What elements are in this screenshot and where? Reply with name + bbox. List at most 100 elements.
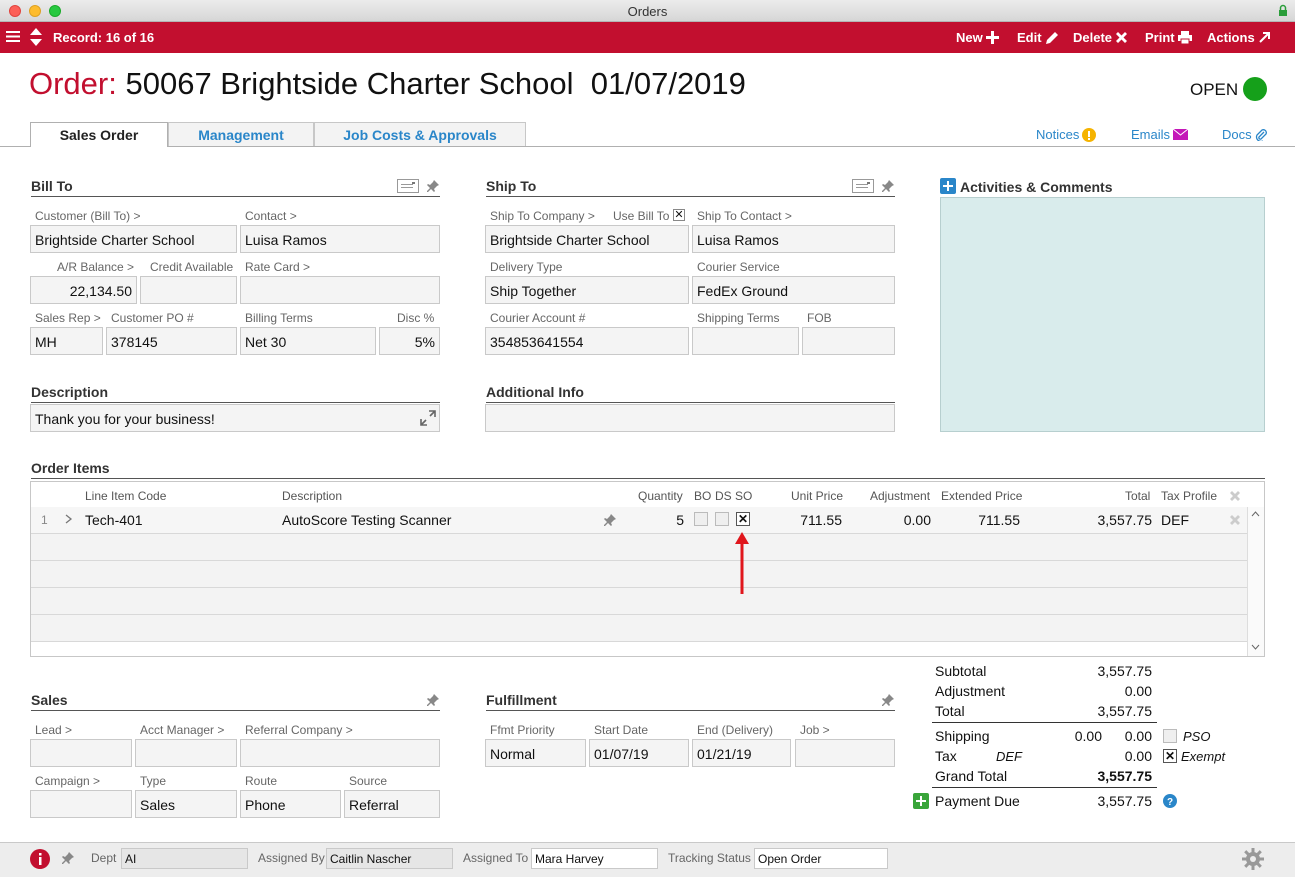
billing-terms-field[interactable]: Net 30 bbox=[240, 327, 376, 355]
table-row-empty[interactable] bbox=[31, 588, 1247, 615]
table-row-empty[interactable] bbox=[31, 561, 1247, 588]
route-field[interactable]: Phone bbox=[240, 790, 341, 818]
contact-label[interactable]: Contact > bbox=[245, 209, 297, 223]
chevron-right-icon[interactable] bbox=[65, 514, 73, 524]
source-field[interactable]: Referral bbox=[344, 790, 440, 818]
tracking-status-field[interactable]: Open Order bbox=[754, 848, 888, 869]
print-button[interactable]: Print bbox=[1145, 30, 1192, 45]
courier-service-field[interactable]: FedEx Ground bbox=[692, 276, 895, 304]
delete-all-icon[interactable] bbox=[1229, 490, 1241, 502]
pin-icon[interactable] bbox=[62, 852, 74, 864]
ship-contact-field[interactable]: Luisa Ramos bbox=[692, 225, 895, 253]
tab-job-costs-approvals[interactable]: Job Costs & Approvals bbox=[314, 122, 526, 146]
table-row[interactable] bbox=[31, 507, 1247, 534]
use-bill-to-checkbox[interactable]: ✕ bbox=[673, 209, 685, 221]
line-item-adjustment[interactable]: 0.00 bbox=[860, 512, 931, 528]
contact-field[interactable]: Luisa Ramos bbox=[240, 225, 440, 253]
acct-manager-label[interactable]: Acct Manager > bbox=[140, 723, 224, 737]
pin-icon[interactable] bbox=[427, 694, 439, 706]
pin-icon[interactable] bbox=[882, 694, 894, 706]
rate-card-label[interactable]: Rate Card > bbox=[245, 260, 310, 274]
delete-button[interactable]: Delete bbox=[1073, 30, 1128, 45]
shipping-cost[interactable]: 0.00 bbox=[1050, 728, 1102, 744]
start-date-field[interactable]: 01/07/19 bbox=[589, 739, 689, 767]
customer-label[interactable]: Customer (Bill To) > bbox=[35, 209, 140, 223]
line-item-code[interactable]: Tech-401 bbox=[85, 512, 143, 528]
edit-button[interactable]: Edit bbox=[1017, 30, 1059, 45]
fob-field[interactable] bbox=[802, 327, 895, 355]
tax-profile[interactable]: DEF bbox=[996, 749, 1022, 764]
ship-company-field[interactable]: Brightside Charter School bbox=[485, 225, 689, 253]
adjustment-value[interactable]: 0.00 bbox=[1060, 683, 1152, 699]
shipping-terms-field[interactable] bbox=[692, 327, 799, 355]
bo-checkbox[interactable] bbox=[694, 512, 708, 526]
delivery-type-field[interactable]: Ship Together bbox=[485, 276, 689, 304]
pso-checkbox[interactable] bbox=[1163, 729, 1177, 743]
line-item-quantity[interactable]: 5 bbox=[660, 512, 684, 528]
address-card-icon[interactable] bbox=[397, 179, 419, 193]
add-activity-button[interactable] bbox=[940, 178, 956, 194]
campaign-label[interactable]: Campaign > bbox=[35, 774, 100, 788]
ship-contact-label[interactable]: Ship To Contact > bbox=[697, 209, 792, 223]
customer-po-field[interactable]: 378145 bbox=[106, 327, 237, 355]
ar-balance-label[interactable]: A/R Balance > bbox=[57, 260, 134, 274]
activities-panel[interactable] bbox=[940, 197, 1265, 432]
customer-field[interactable]: Brightside Charter School bbox=[30, 225, 237, 253]
line-item-description[interactable]: AutoScore Testing Scanner bbox=[282, 512, 451, 528]
delete-label: Delete bbox=[1073, 30, 1113, 45]
actions-button[interactable]: Actions bbox=[1207, 30, 1271, 45]
description-field[interactable]: Thank you for your business! bbox=[30, 404, 440, 432]
notices-link[interactable]: Notices bbox=[1036, 127, 1097, 142]
so-checkbox[interactable]: ✕ bbox=[736, 512, 750, 526]
referral-company-field[interactable] bbox=[240, 739, 440, 767]
page-title: Order: 50067 Brightside Charter School 0… bbox=[29, 66, 746, 102]
lead-label[interactable]: Lead > bbox=[35, 723, 72, 737]
additional-info-field[interactable] bbox=[485, 404, 895, 432]
lead-field[interactable] bbox=[30, 739, 132, 767]
acct-manager-field[interactable] bbox=[135, 739, 237, 767]
table-row-empty[interactable] bbox=[31, 534, 1247, 561]
add-payment-button[interactable] bbox=[913, 793, 929, 809]
tab-management[interactable]: Management bbox=[168, 122, 314, 146]
grid-scrollbar[interactable] bbox=[1247, 507, 1264, 656]
address-card-icon[interactable] bbox=[852, 179, 874, 193]
chevron-up-icon[interactable] bbox=[1251, 511, 1260, 517]
menu-icon[interactable] bbox=[6, 30, 20, 43]
chevron-down-icon[interactable] bbox=[1251, 644, 1260, 650]
expand-icon[interactable] bbox=[420, 410, 436, 426]
line-item-tax-profile[interactable]: DEF bbox=[1161, 512, 1189, 528]
delete-row-icon[interactable] bbox=[1229, 514, 1241, 526]
tab-sales-order[interactable]: Sales Order bbox=[30, 122, 168, 147]
referral-company-label[interactable]: Referral Company > bbox=[245, 723, 353, 737]
shipping-value[interactable]: 0.00 bbox=[1100, 728, 1152, 744]
ship-company-label[interactable]: Ship To Company > bbox=[490, 209, 595, 223]
sales-rep-field[interactable]: MH bbox=[30, 327, 103, 355]
type-field[interactable]: Sales bbox=[135, 790, 237, 818]
job-field[interactable] bbox=[795, 739, 895, 767]
line-item-unit-price[interactable]: 711.55 bbox=[770, 512, 842, 528]
new-button[interactable]: New bbox=[956, 30, 999, 45]
table-row-empty[interactable] bbox=[31, 615, 1247, 642]
dept-field[interactable]: AI bbox=[121, 848, 248, 869]
docs-link[interactable]: Docs bbox=[1222, 127, 1267, 142]
info-icon[interactable] bbox=[30, 849, 50, 869]
rate-card-field[interactable] bbox=[240, 276, 440, 304]
help-icon[interactable]: ? bbox=[1163, 794, 1177, 808]
end-date-field[interactable]: 01/21/19 bbox=[692, 739, 791, 767]
job-label[interactable]: Job > bbox=[800, 723, 830, 737]
pin-icon[interactable] bbox=[427, 180, 439, 192]
pin-icon[interactable] bbox=[604, 514, 616, 526]
disc-field[interactable]: 5% bbox=[379, 327, 440, 355]
record-navigation-icon[interactable] bbox=[29, 27, 43, 47]
courier-account-field[interactable]: 354853641554 bbox=[485, 327, 689, 355]
ffmt-priority-field[interactable]: Normal bbox=[485, 739, 586, 767]
gear-icon[interactable] bbox=[1242, 848, 1264, 870]
sales-rep-label[interactable]: Sales Rep > bbox=[35, 311, 101, 325]
ds-checkbox[interactable] bbox=[715, 512, 729, 526]
emails-link[interactable]: Emails bbox=[1131, 127, 1189, 142]
campaign-field[interactable] bbox=[30, 790, 132, 818]
line-item-total: 3,557.75 bbox=[1097, 512, 1153, 528]
exempt-checkbox[interactable]: ✕ bbox=[1163, 749, 1177, 763]
assigned-to-field[interactable]: Mara Harvey bbox=[531, 848, 658, 869]
pin-icon[interactable] bbox=[882, 180, 894, 192]
